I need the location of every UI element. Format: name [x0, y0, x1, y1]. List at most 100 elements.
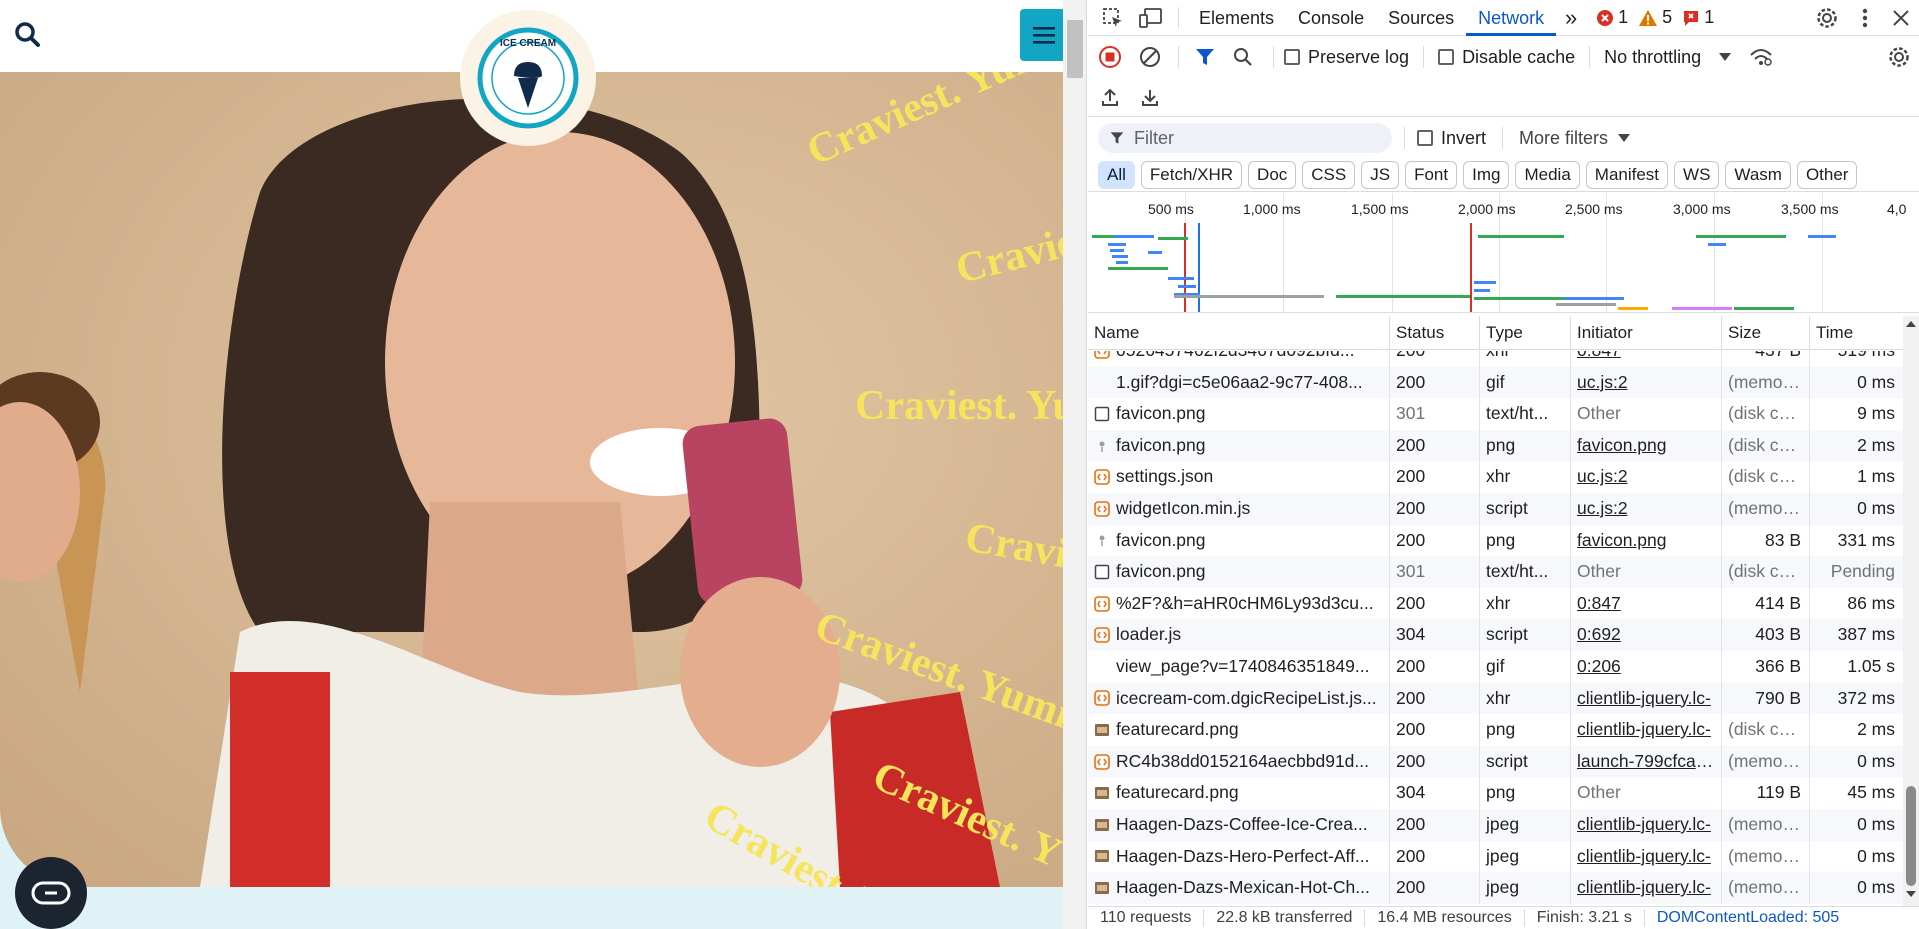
request-name-cell[interactable]: loader.js	[1088, 619, 1390, 651]
request-name-cell[interactable]: RC4b38dd0152164aecbbd91d...	[1088, 745, 1390, 778]
import-har-icon[interactable]	[1090, 77, 1130, 117]
type-filter-manifest[interactable]: Manifest	[1585, 160, 1669, 189]
type-filter-js[interactable]: JS	[1361, 160, 1400, 189]
network-overview-timeline[interactable]: 500 ms 1,000 ms 1,500 ms 2,000 ms 2,500 …	[1088, 193, 1919, 313]
error-count[interactable]: 1	[1596, 7, 1628, 28]
request-row[interactable]: 1.gif?dgi=c5e06aa2-9c77-408... 200 gif uc.j…	[1088, 366, 1903, 399]
request-row[interactable]: 0526457462f2d3467d092bfd... 200xhr0:84743…	[1088, 351, 1903, 367]
settings-icon[interactable]	[1807, 0, 1847, 36]
checkbox-box[interactable]	[1284, 49, 1300, 65]
request-row[interactable]: Haagen-Dazs-Hero-Perfect-Aff... 200 jpeg cl…	[1088, 840, 1903, 873]
type-filter-css[interactable]: CSS	[1302, 160, 1356, 189]
request-initiator[interactable]: clientlib-jquery.lc-	[1571, 808, 1722, 841]
request-name-cell[interactable]: settings.json	[1088, 461, 1390, 493]
warning-count[interactable]: 5	[1638, 7, 1672, 28]
request-initiator[interactable]: clientlib-jquery.lc-	[1571, 840, 1722, 873]
request-row[interactable]: favicon.png 200 png favicon.png 83 B 331 ms	[1088, 524, 1903, 557]
type-filter-doc[interactable]: Doc	[1248, 160, 1297, 189]
request-name-cell[interactable]: icecream-com.dgicRecipeList.js...	[1088, 682, 1390, 715]
request-row[interactable]: Haagen-Dazs-Mexican-Hot-Ch... 200 jpeg clie…	[1088, 872, 1903, 904]
type-filter-fetch-xhr[interactable]: Fetch/XHR	[1140, 160, 1243, 189]
request-name-cell[interactable]: Haagen-Dazs-Mexican-Hot-Ch...	[1088, 872, 1390, 904]
request-name-cell[interactable]: featurecard.png	[1088, 777, 1390, 809]
disable-cache-checkbox[interactable]: Disable cache	[1438, 47, 1575, 68]
request-row[interactable]: favicon.png 200 png favicon.png (disk ca... 2…	[1088, 429, 1903, 462]
request-row[interactable]: settings.json 200 xhr uc.js:2 (disk ca... 1 m…	[1088, 461, 1903, 493]
request-initiator[interactable]: favicon.png	[1571, 429, 1722, 462]
request-name-cell[interactable]: featurecard.png	[1088, 714, 1390, 746]
more-tabs-icon[interactable]: »	[1556, 0, 1586, 36]
search-icon[interactable]	[1223, 37, 1263, 77]
request-name-cell[interactable]: Haagen-Dazs-Hero-Perfect-Aff...	[1088, 840, 1390, 873]
request-initiator[interactable]: uc.js:2	[1571, 492, 1722, 525]
filter-icon[interactable]	[1187, 37, 1223, 77]
type-filter-font[interactable]: Font	[1405, 160, 1458, 189]
network-settings-icon[interactable]	[1879, 37, 1919, 77]
request-row[interactable]: favicon.png 301 text/ht... Other (disk ca...…	[1088, 556, 1903, 588]
scroll-up-icon[interactable]	[1903, 318, 1919, 330]
checkbox-box[interactable]	[1438, 49, 1455, 65]
request-initiator[interactable]: 0:847	[1571, 351, 1722, 367]
throttling-select[interactable]: No throttling	[1604, 47, 1732, 68]
request-name-cell[interactable]: widgetIcon.min.js	[1088, 492, 1390, 525]
tab-network[interactable]: Network	[1466, 0, 1557, 36]
clear-icon[interactable]	[1130, 37, 1170, 77]
request-name-cell[interactable]: favicon.png	[1088, 556, 1390, 588]
column-time[interactable]: Time	[1810, 316, 1903, 350]
request-row[interactable]: RC4b38dd0152164aecbbd91d... 200 script laun…	[1088, 745, 1903, 778]
tab-elements[interactable]: Elements	[1187, 0, 1286, 36]
issues-count[interactable]: 1	[1682, 7, 1714, 28]
record-stop-icon[interactable]	[1090, 37, 1130, 77]
close-devtools-icon[interactable]	[1883, 0, 1919, 36]
request-name-cell[interactable]: 0526457462f2d3467d092bfd...	[1088, 351, 1390, 367]
column-type[interactable]: Type	[1480, 316, 1571, 350]
request-name-cell[interactable]: favicon.png	[1088, 524, 1390, 557]
request-row[interactable]: Haagen-Dazs-Coffee-Ice-Crea... 200 jpeg cli…	[1088, 808, 1903, 841]
request-initiator[interactable]: uc.js:2	[1571, 366, 1722, 399]
chat-widget-button[interactable]	[15, 857, 87, 929]
page-scrollbar[interactable]	[1063, 0, 1087, 929]
type-filter-media[interactable]: Media	[1515, 160, 1580, 189]
request-name-cell[interactable]: favicon.png	[1088, 429, 1390, 462]
column-name[interactable]: Name	[1088, 316, 1390, 350]
more-filters-dropdown[interactable]: More filters	[1519, 128, 1631, 149]
request-row[interactable]: %2F?&h=aHR0cHM6Ly93d3cu... 200 xhr 0:847 414…	[1088, 587, 1903, 620]
request-name-cell[interactable]: favicon.png	[1088, 398, 1390, 430]
kebab-menu-icon[interactable]	[1847, 0, 1883, 36]
device-toolbar-icon[interactable]	[1132, 0, 1170, 36]
type-filter-other[interactable]: Other	[1796, 160, 1858, 189]
request-row[interactable]: featurecard.png 200 png clientlib-jquery.lc…	[1088, 714, 1903, 746]
request-initiator[interactable]: clientlib-jquery.lc-	[1571, 714, 1722, 746]
tab-sources[interactable]: Sources	[1376, 0, 1466, 36]
filter-input[interactable]: Filter	[1098, 123, 1392, 153]
request-name-cell[interactable]: Haagen-Dazs-Coffee-Ice-Crea...	[1088, 808, 1390, 841]
request-initiator[interactable]: favicon.png	[1571, 524, 1722, 557]
page-scrollbar-thumb[interactable]	[1067, 20, 1083, 78]
search-icon[interactable]	[13, 20, 43, 50]
export-har-icon[interactable]	[1130, 77, 1170, 117]
checkbox-box[interactable]	[1417, 130, 1433, 146]
request-initiator[interactable]: launch-799cfcace5	[1571, 745, 1722, 778]
request-initiator[interactable]: clientlib-jquery.lc-	[1571, 682, 1722, 715]
type-filter-all[interactable]: All	[1098, 160, 1135, 189]
scroll-down-icon[interactable]	[1903, 888, 1919, 900]
request-initiator[interactable]: uc.js:2	[1571, 461, 1722, 493]
request-name-cell[interactable]: view_page?v=1740846351849...	[1088, 650, 1390, 683]
request-row[interactable]: featurecard.png 304 png Other 119 B 45 ms	[1088, 777, 1903, 809]
type-filter-img[interactable]: Img	[1463, 160, 1510, 189]
request-name-cell[interactable]: %2F?&h=aHR0cHM6Ly93d3cu...	[1088, 587, 1390, 620]
inspect-element-icon[interactable]	[1094, 0, 1132, 36]
type-filter-ws[interactable]: WS	[1674, 160, 1720, 189]
site-logo[interactable]: ICE CREAM	[460, 10, 596, 146]
request-row[interactable]: favicon.png 301 text/ht... Other (disk ca...…	[1088, 398, 1903, 430]
requests-scrollbar-thumb[interactable]	[1906, 786, 1916, 886]
column-status[interactable]: Status	[1390, 316, 1480, 350]
request-row[interactable]: icecream-com.dgicRecipeList.js... 200 xhr c…	[1088, 682, 1903, 715]
hamburger-menu-button[interactable]	[1020, 9, 1063, 61]
column-initiator[interactable]: Initiator	[1571, 316, 1722, 350]
request-initiator[interactable]: 0:692	[1571, 619, 1722, 651]
tab-console[interactable]: Console	[1286, 0, 1376, 36]
type-filter-wasm[interactable]: Wasm	[1725, 160, 1791, 189]
request-row[interactable]: widgetIcon.min.js 200 script uc.js:2 (memor.…	[1088, 492, 1903, 525]
requests-scrollbar[interactable]	[1903, 316, 1919, 906]
